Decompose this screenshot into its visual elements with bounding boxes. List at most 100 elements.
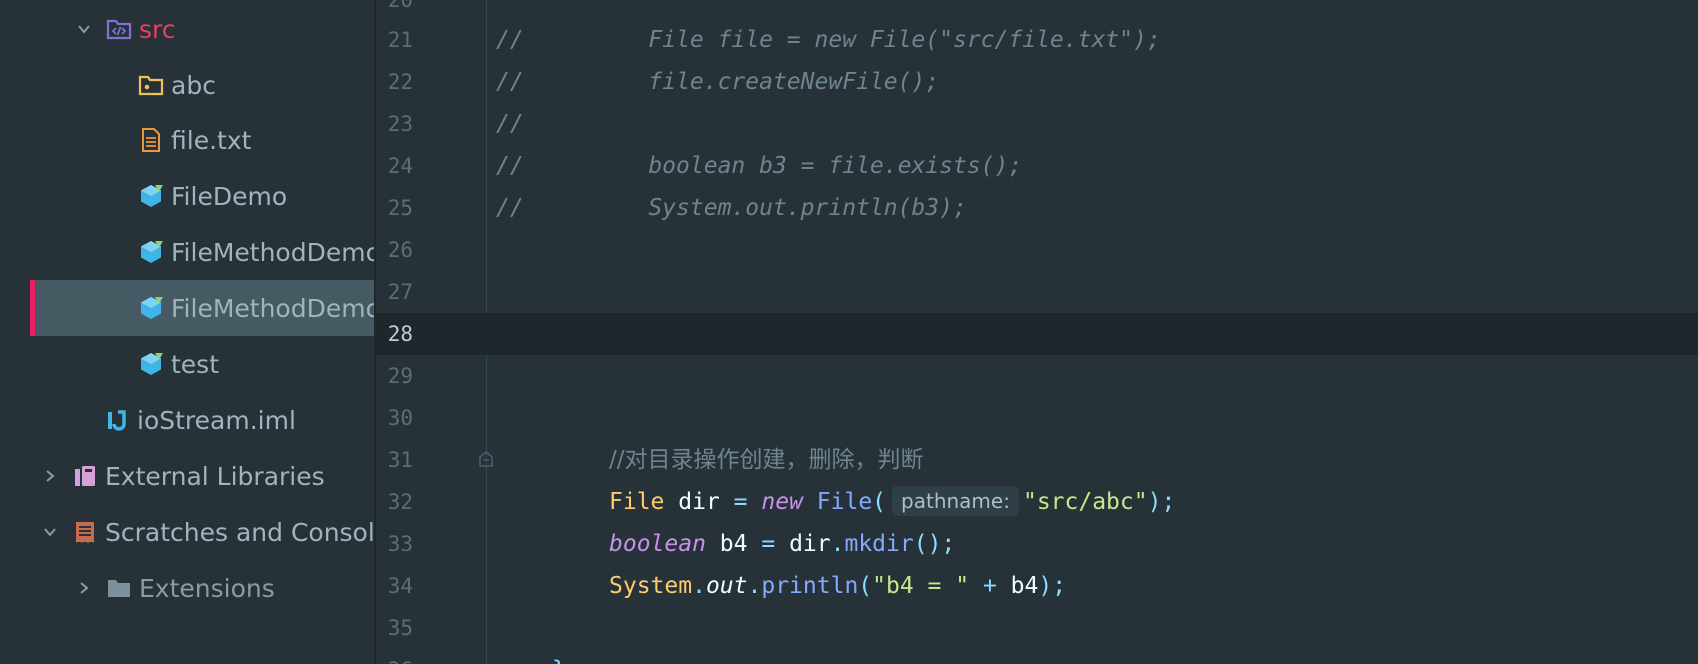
- tree-item-label: src: [139, 14, 176, 44]
- dot: .: [692, 573, 706, 599]
- tree-item-filedemo[interactable]: FileDemo: [0, 168, 374, 224]
- code-line-30[interactable]: 30: [376, 397, 1698, 439]
- line-number: 27: [387, 280, 413, 304]
- line-number: 23: [387, 112, 413, 136]
- tree-item-label: test: [171, 349, 220, 379]
- method-name: println: [761, 573, 859, 599]
- java-class-icon: [138, 351, 164, 377]
- code-line-32[interactable]: 32 File dir = new File(pathname: "src/abc…: [376, 481, 1698, 523]
- code-line-20[interactable]: 20: [376, 0, 1698, 21]
- line-number: 33: [387, 532, 413, 556]
- library-icon: [72, 463, 98, 489]
- tree-item-external-libraries[interactable]: External Libraries: [0, 448, 374, 504]
- class-name: System: [609, 573, 693, 599]
- code-line-21[interactable]: 21 // File file = new File("src/file.txt…: [376, 19, 1698, 61]
- statement-end: );: [1147, 489, 1176, 515]
- chevron-down-icon[interactable]: [40, 522, 60, 542]
- string-literal: "src/abc": [1022, 489, 1148, 515]
- tree-item-label: External Libraries: [105, 461, 325, 491]
- operator: =: [733, 489, 748, 515]
- tree-item-label: Scratches and Consoles: [105, 517, 374, 547]
- package-folder-icon: [138, 72, 164, 98]
- chevron-right-icon[interactable]: [40, 466, 60, 486]
- line-number: 32: [387, 490, 413, 514]
- chevron-right-icon[interactable]: [74, 578, 94, 598]
- code-line-25[interactable]: 25 // System.out.println(b3);: [376, 187, 1698, 229]
- dot: .: [747, 573, 762, 599]
- fold-marker-icon[interactable]: [477, 450, 495, 468]
- tree-item-extensions[interactable]: Extensions: [0, 560, 374, 616]
- variable-name: b4: [719, 531, 748, 557]
- code-line-27[interactable]: 27: [376, 271, 1698, 313]
- constructor-name: File: [816, 489, 873, 515]
- comment-prefix: //: [496, 27, 524, 53]
- tree-item-label: Extensions: [139, 573, 275, 603]
- paren: (: [858, 573, 873, 599]
- code-line-35[interactable]: 35: [376, 607, 1698, 649]
- keyword: boolean: [609, 531, 706, 557]
- tree-item-test[interactable]: test: [0, 336, 374, 392]
- closing-brace: }: [552, 657, 566, 664]
- line-number: 36: [376, 649, 413, 664]
- tree-item-label: FileDemo: [171, 181, 288, 211]
- type-name: File: [609, 489, 665, 515]
- tree-item-scratches-and-consoles[interactable]: Scratches and Consoles: [0, 504, 374, 560]
- dot: .: [830, 531, 845, 557]
- tree-item-file-txt[interactable]: file.txt: [0, 112, 374, 168]
- method-name: mkdir: [844, 531, 914, 557]
- statement-end: ();: [913, 531, 956, 557]
- keyword: new: [761, 489, 803, 515]
- tree-item-label: FileMethodDemo: [171, 293, 374, 323]
- field-name: out: [705, 573, 748, 599]
- operator: +: [982, 573, 997, 599]
- code-line-33[interactable]: 33 boolean b4 = dir.mkdir();: [376, 523, 1698, 565]
- tree-item-label: abc: [171, 70, 216, 100]
- code-line-36[interactable]: 36 }: [376, 649, 1698, 664]
- line-number: 29: [387, 364, 413, 388]
- chevron-down-icon[interactable]: [74, 19, 94, 39]
- code-editor[interactable]: 20 21 // File file = new File("src/file.…: [376, 0, 1698, 664]
- line-number: 28: [387, 322, 413, 346]
- java-class-icon: [138, 295, 164, 321]
- java-class-icon: [138, 183, 164, 209]
- code-line-22[interactable]: 22 // file.createNewFile();: [376, 61, 1698, 103]
- project-tree: src abc file.txt FileDemo FileMethodDemo…: [0, 0, 374, 664]
- tree-item-label: file.txt: [171, 125, 252, 155]
- code-line-29[interactable]: 29: [376, 355, 1698, 397]
- variable-name: dir: [678, 489, 720, 515]
- string-literal: "b4 = ": [872, 573, 970, 599]
- line-number: 24: [387, 154, 413, 178]
- tree-item-filemethoddemo-selected[interactable]: FileMethodDemo: [30, 280, 374, 336]
- code-line-34[interactable]: 34 System.out.println("b4 = " + b4);: [376, 565, 1698, 607]
- parameter-hint: pathname:: [892, 486, 1019, 516]
- comment-text: System.out.println(b3);: [648, 195, 967, 221]
- statement-end: );: [1038, 573, 1067, 599]
- comment-text: file.createNewFile();: [648, 69, 940, 95]
- line-number: 34: [387, 574, 413, 598]
- comment-prefix: //: [496, 111, 524, 137]
- tree-item-filemethoddemo[interactable]: FileMethodDemo: [0, 224, 374, 280]
- code-line-26[interactable]: 26: [376, 229, 1698, 271]
- line-number: 30: [387, 406, 413, 430]
- code-line-28-current[interactable]: 28: [376, 313, 1698, 355]
- code-line-31[interactable]: 31 //对目录操作创建，删除，判断: [376, 439, 1698, 481]
- java-class-icon: [138, 239, 164, 265]
- paren: (: [872, 489, 887, 515]
- tree-item-src[interactable]: src: [0, 1, 374, 57]
- object-name: dir: [789, 531, 831, 557]
- tree-item-iostream-iml[interactable]: ioStream.iml: [0, 392, 374, 448]
- iml-module-icon: [104, 407, 130, 433]
- comment-text: File file = new File("src/file.txt");: [648, 27, 1161, 53]
- source-folder-icon: [106, 16, 132, 42]
- ide-window: src abc file.txt FileDemo FileMethodDemo…: [0, 0, 1698, 664]
- line-number: 25: [387, 196, 413, 220]
- comment-prefix: //: [496, 195, 524, 221]
- folder-icon: [106, 575, 132, 601]
- comment-text: //对目录操作创建，删除，判断: [609, 447, 924, 473]
- operator: =: [761, 531, 776, 557]
- code-line-23[interactable]: 23 //: [376, 103, 1698, 145]
- line-number: 35: [387, 616, 413, 640]
- tree-item-abc[interactable]: abc: [0, 57, 374, 113]
- code-line-24[interactable]: 24 // boolean b3 = file.exists();: [376, 145, 1698, 187]
- line-number: 21: [387, 28, 413, 52]
